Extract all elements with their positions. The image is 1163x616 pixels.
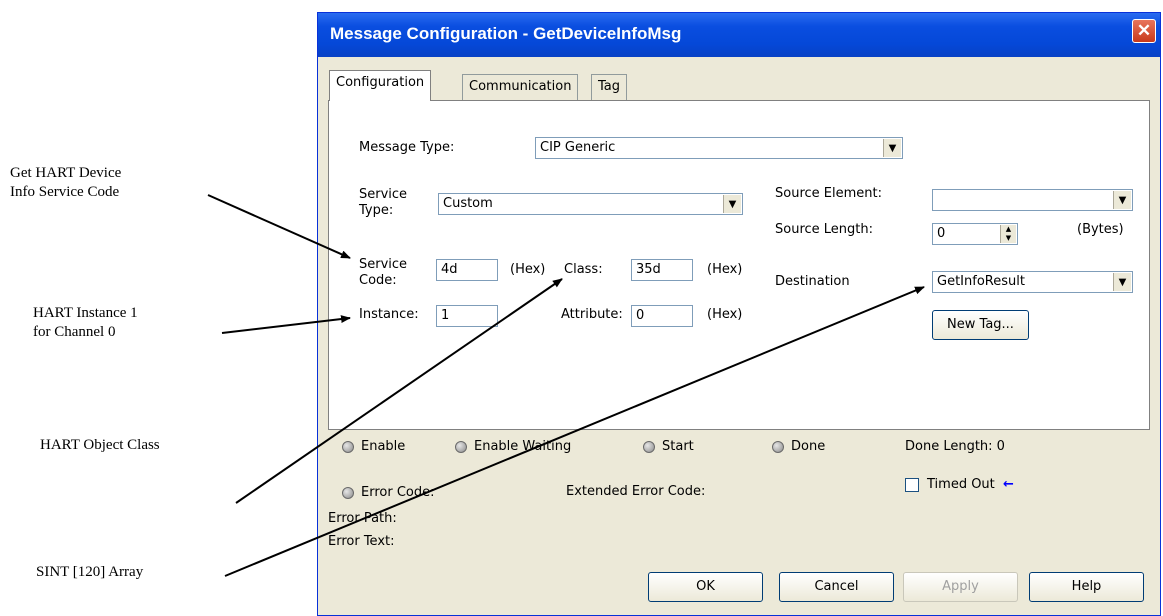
ok-button[interactable]: OK xyxy=(648,572,763,602)
callout-service-code-line2: Info Service Code xyxy=(10,184,120,200)
destination-select[interactable]: GetInfoResult ▼ xyxy=(932,271,1133,293)
error-code-label: Error Code: xyxy=(361,485,435,500)
destination-label: Destination xyxy=(775,274,850,289)
service-type-value: Custom xyxy=(443,196,493,211)
callout-instance-line2: for Channel 0 xyxy=(33,324,116,340)
service-code-value: 4d xyxy=(441,262,458,277)
destination-value: GetInfoResult xyxy=(937,274,1025,289)
ok-button-label: OK xyxy=(696,579,715,594)
source-length-label: Source Length: xyxy=(775,222,874,237)
service-code-label-line2: Code: xyxy=(359,273,397,288)
service-type-select[interactable]: Custom ▼ xyxy=(438,193,743,215)
service-type-label-line1: Service xyxy=(359,187,408,202)
apply-button-label: Apply xyxy=(942,579,979,594)
enable-status-led xyxy=(342,441,354,453)
callout-object-class: HART Object Class xyxy=(40,437,160,453)
service-code-label-line1: Service xyxy=(359,257,408,272)
chevron-down-icon[interactable]: ▼ xyxy=(723,195,741,213)
new-tag-button-label: New Tag... xyxy=(947,317,1014,332)
tab-tag[interactable]: Tag xyxy=(591,74,628,101)
done-length-readout: Done Length: 0 xyxy=(905,439,1005,454)
chevron-down-icon[interactable]: ▼ xyxy=(1113,191,1131,209)
apply-button[interactable]: Apply xyxy=(903,572,1018,602)
callout-instance-line1: HART Instance 1 xyxy=(33,305,138,321)
tab-configuration-label: Configuration xyxy=(336,75,425,90)
timed-out-label: Timed Out xyxy=(927,477,995,492)
tab-tag-label: Tag xyxy=(598,79,621,94)
attribute-input[interactable]: 0 xyxy=(631,305,693,327)
callout-service-code: Get HART Device Info Service Code xyxy=(10,164,121,202)
done-status-label: Done xyxy=(791,439,826,454)
title-bar[interactable]: Message Configuration - GetDeviceInfoMsg… xyxy=(318,13,1160,57)
attribute-label: Attribute: xyxy=(561,307,623,322)
tab-configuration[interactable]: Configuration xyxy=(329,70,432,101)
source-element-label: Source Element: xyxy=(775,186,882,201)
start-status-led xyxy=(643,441,655,453)
tab-communication-label: Communication xyxy=(469,79,572,94)
service-code-input[interactable]: 4d xyxy=(436,259,498,281)
source-length-value: 0 xyxy=(937,226,946,241)
close-button[interactable]: ✕ xyxy=(1132,19,1156,43)
class-input[interactable]: 35d xyxy=(631,259,693,281)
start-status-label: Start xyxy=(662,439,694,454)
enable-waiting-status-label: Enable Waiting xyxy=(474,439,572,454)
chevron-down-icon[interactable]: ▼ xyxy=(883,139,901,157)
error-text-label: Error Text: xyxy=(328,534,395,549)
message-type-value: CIP Generic xyxy=(540,140,616,155)
help-button-label: Help xyxy=(1071,579,1102,594)
chevron-down-icon[interactable]: ▼ xyxy=(1113,273,1131,291)
service-type-label-line2: Type: xyxy=(359,203,394,218)
close-icon: ✕ xyxy=(1136,21,1152,40)
done-status-led xyxy=(772,441,784,453)
message-type-label: Message Type: xyxy=(359,140,455,155)
class-label: Class: xyxy=(564,262,603,277)
instance-value: 1 xyxy=(441,308,450,323)
error-path-label: Error Path: xyxy=(328,511,397,526)
extended-error-code-label: Extended Error Code: xyxy=(566,484,706,499)
source-element-select[interactable]: ▼ xyxy=(932,189,1133,211)
tab-communication[interactable]: Communication xyxy=(462,74,579,101)
spinner-icon[interactable]: ▲ ▼ xyxy=(1000,225,1016,243)
instance-input[interactable]: 1 xyxy=(436,305,498,327)
error-code-status-led xyxy=(342,487,354,499)
configuration-panel: Message Type: CIP Generic ▼ Service Type… xyxy=(328,100,1150,430)
callout-service-code-line1: Get HART Device xyxy=(10,165,122,181)
source-length-unit: (Bytes) xyxy=(1077,222,1124,237)
help-button[interactable]: Help xyxy=(1029,572,1144,602)
callout-array: SINT [120] Array xyxy=(36,564,144,580)
timed-out-checkbox[interactable] xyxy=(905,478,919,492)
arrow-left-icon: ← xyxy=(1003,477,1014,492)
service-code-unit: (Hex) xyxy=(510,262,546,277)
message-type-select[interactable]: CIP Generic ▼ xyxy=(535,137,903,159)
cancel-button[interactable]: Cancel xyxy=(779,572,894,602)
enable-status-label: Enable xyxy=(361,439,406,454)
instance-label: Instance: xyxy=(359,307,419,322)
callout-instance: HART Instance 1 for Channel 0 xyxy=(33,304,138,342)
cancel-button-label: Cancel xyxy=(814,579,859,594)
dialog-title: Message Configuration - GetDeviceInfoMsg xyxy=(330,24,682,43)
class-unit: (Hex) xyxy=(707,262,743,277)
attribute-value: 0 xyxy=(636,308,645,323)
enable-waiting-status-led xyxy=(455,441,467,453)
message-configuration-dialog: Message Configuration - GetDeviceInfoMsg… xyxy=(317,12,1161,616)
source-length-input[interactable]: 0 ▲ ▼ xyxy=(932,223,1018,245)
class-value: 35d xyxy=(636,262,661,277)
attribute-unit: (Hex) xyxy=(707,307,743,322)
new-tag-button[interactable]: New Tag... xyxy=(932,310,1029,340)
